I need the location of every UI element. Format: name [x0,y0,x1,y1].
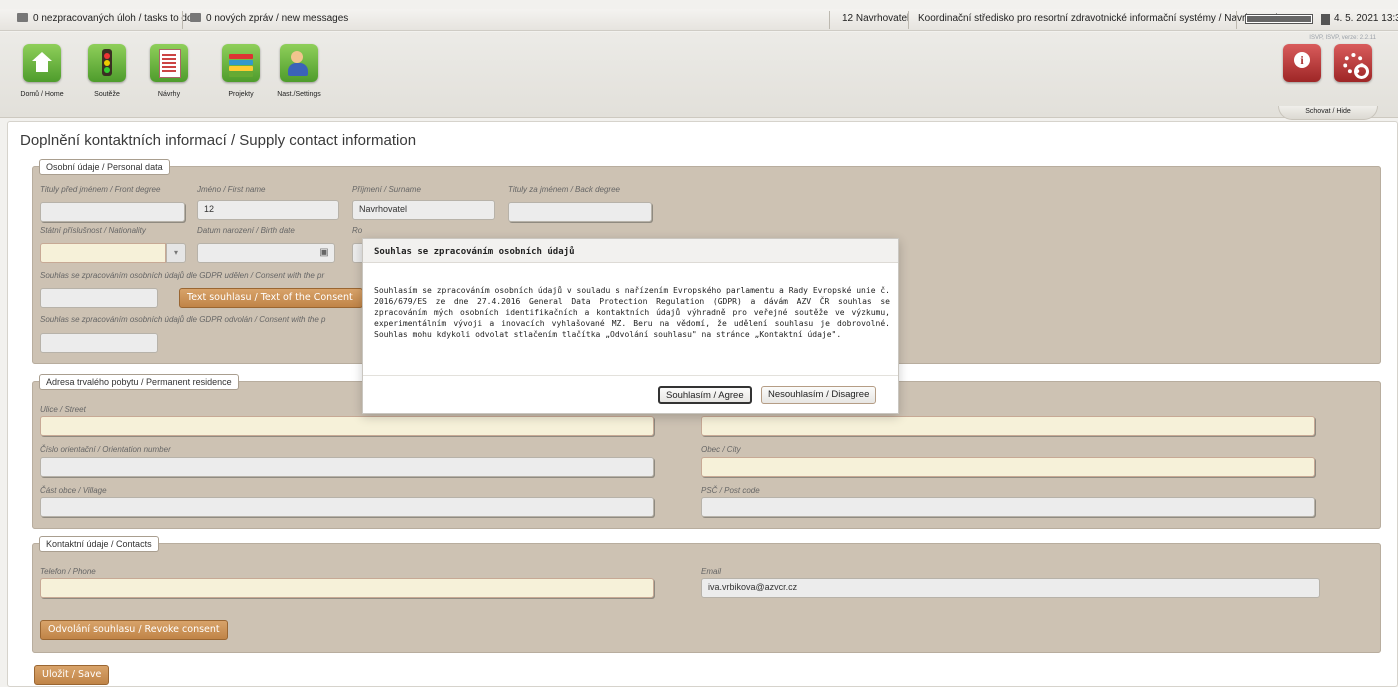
envelope-icon [190,13,201,22]
birth-date-label: Datum narození / Birth date [197,226,295,235]
orientation-number-input[interactable] [40,457,654,477]
divider [1236,11,1237,29]
nationality-label: Státní příslušnost / Nationality [40,226,146,235]
divider [829,11,830,29]
email-input[interactable]: iva.vrbikova@azvcr.cz [701,578,1320,598]
front-degree-input[interactable] [40,202,185,222]
messages-link[interactable]: 0 nových zpráv / new messages [190,13,348,24]
toolbar-settings-label: Nast./Settings [277,91,321,98]
residence-right-input[interactable] [701,416,1315,436]
toolbar-competitions[interactable]: Soutěže [72,44,142,98]
contacts-legend: Kontaktní údaje / Contacts [39,536,159,552]
app-settings-button[interactable] [1331,44,1375,82]
tasks-text: 0 nezpracovaných úloh / tasks to do [33,13,193,24]
nationality-select[interactable] [40,243,166,263]
village-label: Část obce / Village [40,486,107,495]
status-bar: 0 nezpracovaných úloh / tasks to do 0 no… [0,9,1398,31]
consent-text-button[interactable]: Text souhlasu / Text of the Consent [179,288,363,308]
phone-input[interactable] [40,578,654,598]
chevron-down-icon[interactable]: ▾ [166,243,186,263]
info-button[interactable] [1280,44,1324,82]
consent-given-label: Souhlas se zpracováním osobních údajů dl… [40,271,325,280]
dialog-body-text: Souhlasím se zpracováním osobních údajů … [374,286,890,339]
consent-revoked-label: Souhlas se zpracováním osobních údajů dl… [40,315,326,324]
toolbar-settings[interactable]: Nast./Settings [264,44,334,98]
phone-label: Telefon / Phone [40,567,96,576]
disagree-button[interactable]: Nesouhlasím / Disagree [761,386,877,404]
divider [363,375,898,376]
organization[interactable]: Koordinační středisko pro resortní zdrav… [918,13,1278,24]
street-input[interactable] [40,416,654,436]
consent-revoked-input[interactable] [40,333,158,353]
gdpr-consent-dialog: Souhlas se zpracováním osobních údajů So… [362,238,899,414]
page-title: Doplnění kontaktních informací / Supply … [20,132,417,149]
hide-toolbar-tab[interactable]: Schovat / Hide [1278,106,1378,120]
gear-icon [1334,44,1372,82]
save-button[interactable]: Uložit / Save [34,665,110,685]
contacts-section: Kontaktní údaje / Contacts Telefon / Pho… [32,536,1381,653]
session-timer-bar [1245,14,1313,24]
dialog-title: Souhlas se zpracováním osobních údajů [363,239,898,263]
back-degree-input[interactable] [508,202,652,222]
ro-label: Ro [352,226,363,235]
tasks-icon [17,13,28,22]
traffic-light-icon [88,44,126,82]
city-label: Obec / City [701,445,741,454]
divider [182,11,183,29]
postcode-label: PSČ / Post code [701,486,760,495]
books-icon [222,44,260,82]
calendar-icon[interactable]: ▣ [315,244,333,262]
city-input[interactable] [701,457,1315,477]
residence-legend: Adresa trvalého pobytu / Permanent resid… [39,374,239,390]
document-icon [150,44,188,82]
main-toolbar: Domů / Home Soutěže Návrhy Projekty Nast… [0,32,1398,120]
version-text: ISVP, ISVP, verze: 2.2.11 [1309,35,1376,41]
datetime: 4. 5. 2021 13:39 [1334,13,1398,24]
orientation-number-label: Číslo orientační / Orientation number [40,445,171,454]
toolbar-home-label: Domů / Home [20,91,64,98]
home-icon [23,44,61,82]
postcode-input[interactable] [701,497,1315,517]
calendar-icon [1321,14,1330,25]
info-icon [1283,44,1321,82]
tasks-link[interactable]: 0 nezpracovaných úloh / tasks to do [17,13,193,24]
surname-input[interactable]: Navrhovatel [352,200,495,220]
email-label: Email [701,567,722,576]
surname-label: Příjmení / Surname [352,185,421,194]
village-input[interactable] [40,497,654,517]
consent-given-input[interactable] [40,288,158,308]
revoke-consent-button[interactable]: Odvolání souhlasu / Revoke consent [40,620,228,640]
back-degree-label: Tituly za jménem / Back degree [508,185,620,194]
current-user[interactable]: 12 Navrhovatel [842,13,909,24]
street-label: Ulice / Street [40,405,86,414]
toolbar-home[interactable]: Domů / Home [7,44,77,98]
first-name-input[interactable]: 12 [197,200,339,220]
first-name-label: Jméno / First name [197,185,266,194]
front-degree-label: Tituly před jménem / Front degree [40,185,161,194]
divider [908,11,909,29]
session-timer-fill [1247,16,1311,22]
personal-data-legend: Osobní údaje / Personal data [39,159,170,175]
messages-text: 0 nových zpráv / new messages [206,13,349,24]
toolbar-proposals-label: Návrhy [157,91,181,98]
user-settings-icon [280,44,318,82]
toolbar-competitions-label: Soutěže [94,91,120,98]
toolbar-proposals[interactable]: Návrhy [134,44,204,98]
agree-button[interactable]: Souhlasím / Agree [658,386,752,404]
